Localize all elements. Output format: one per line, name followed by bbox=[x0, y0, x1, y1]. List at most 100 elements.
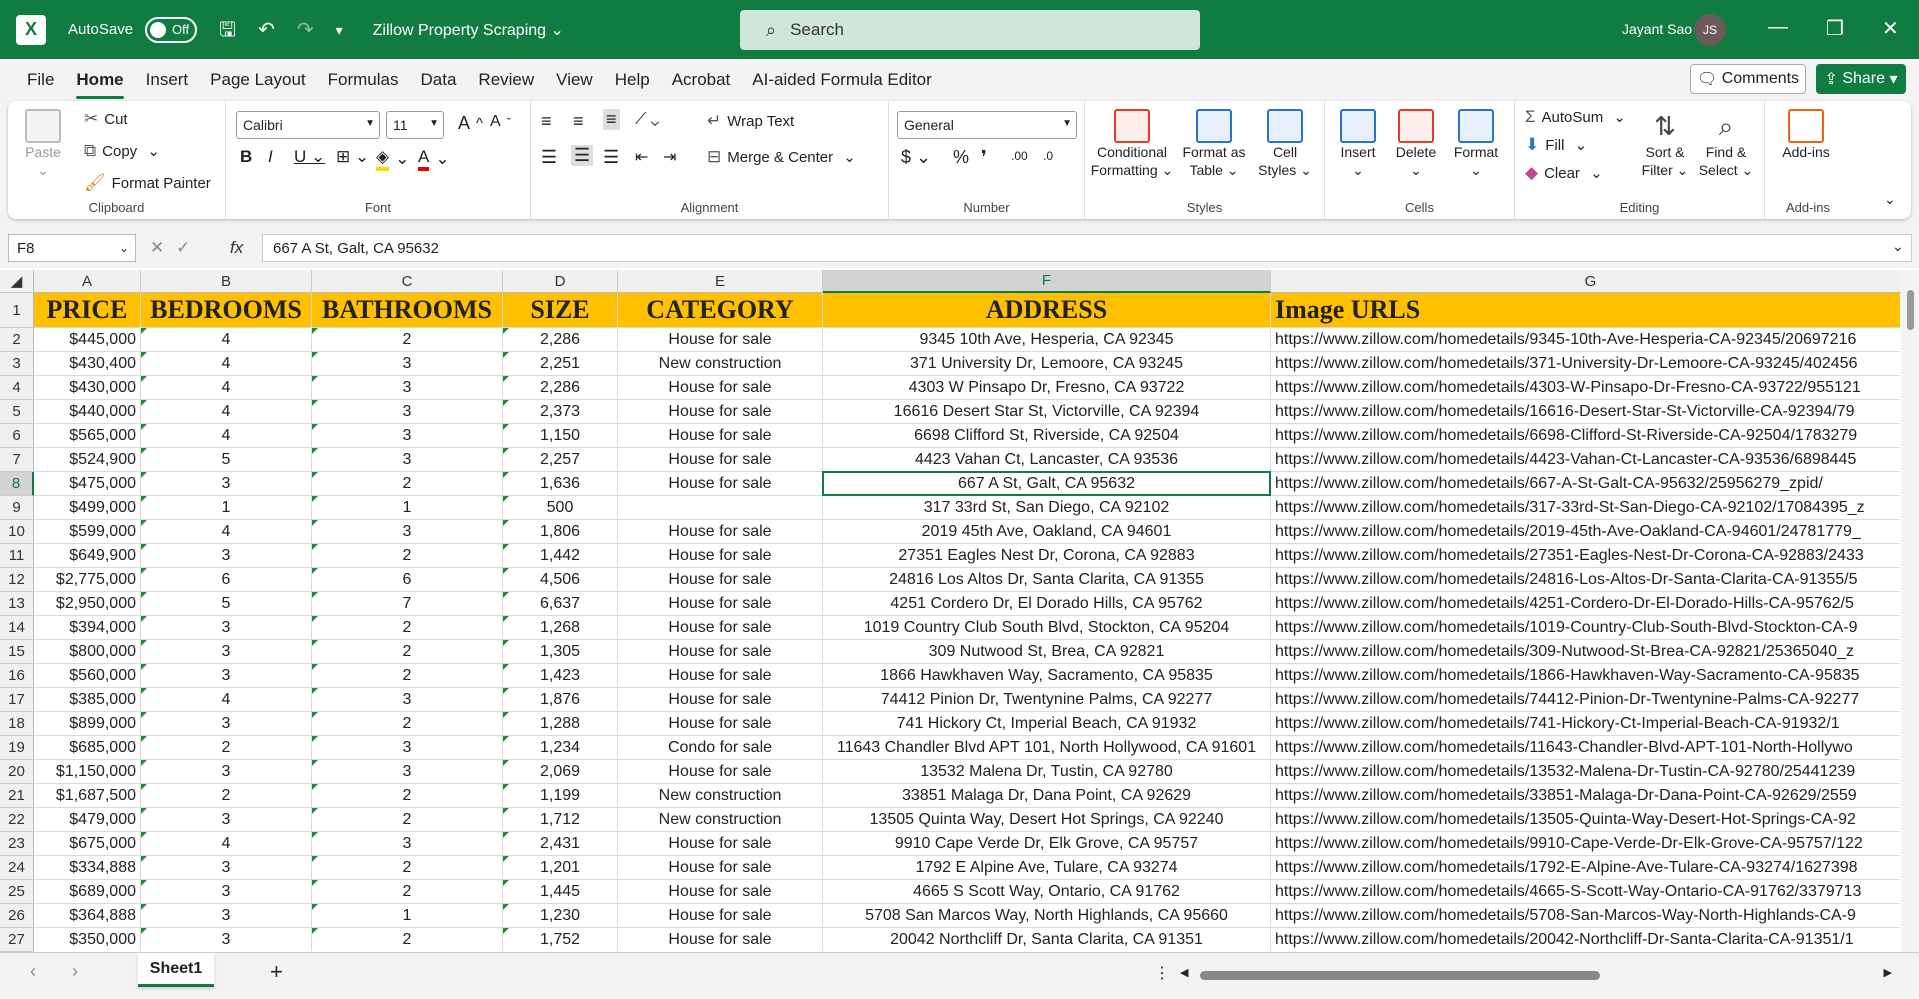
table-cell[interactable]: 3 bbox=[141, 544, 312, 568]
table-cell[interactable]: https://www.zillow.com/homedetails/1019-… bbox=[1271, 616, 1900, 640]
table-cell[interactable]: $899,000 bbox=[34, 712, 141, 736]
table-cell[interactable]: 3 bbox=[312, 760, 503, 784]
table-cell[interactable]: House for sale bbox=[618, 568, 823, 592]
table-cell[interactable]: $479,000 bbox=[34, 808, 141, 832]
table-cell[interactable]: https://www.zillow.com/homedetails/20042… bbox=[1271, 928, 1900, 951]
table-cell[interactable]: 3 bbox=[141, 616, 312, 640]
row-header[interactable]: 26 bbox=[0, 904, 34, 928]
table-cell[interactable]: $524,900 bbox=[34, 448, 141, 472]
table-cell[interactable]: $430,000 bbox=[34, 376, 141, 400]
row-header[interactable]: 25 bbox=[0, 880, 34, 904]
table-cell[interactable]: https://www.zillow.com/homedetails/2019-… bbox=[1271, 520, 1900, 544]
expand-formula-icon[interactable]: ⌄ bbox=[1892, 238, 1904, 255]
table-cell[interactable]: 2,251 bbox=[503, 352, 618, 376]
row-header[interactable]: 17 bbox=[0, 688, 34, 712]
table-cell[interactable]: 2 bbox=[312, 664, 503, 688]
table-cell[interactable]: https://www.zillow.com/homedetails/16616… bbox=[1271, 400, 1900, 424]
table-cell[interactable]: $599,000 bbox=[34, 520, 141, 544]
copy-button[interactable]: ⧉ Copy ⌄ bbox=[84, 141, 160, 161]
table-cell[interactable]: 1,876 bbox=[503, 688, 618, 712]
table-cell[interactable]: 3 bbox=[141, 760, 312, 784]
align-right-icon[interactable]: ☰ bbox=[603, 147, 619, 168]
table-cell[interactable]: 6 bbox=[141, 568, 312, 592]
table-cell[interactable]: 4,506 bbox=[503, 568, 618, 592]
table-cell[interactable]: 3 bbox=[141, 808, 312, 832]
restore-icon[interactable]: ❐ bbox=[1826, 16, 1844, 41]
table-cell[interactable]: https://www.zillow.com/homedetails/317-3… bbox=[1271, 496, 1900, 520]
table-cell[interactable]: 2,373 bbox=[503, 400, 618, 424]
clear-button[interactable]: ◆ Clear ⌄ bbox=[1525, 163, 1603, 183]
undo-icon[interactable]: ↶ bbox=[258, 20, 275, 40]
tab-page-layout[interactable]: Page Layout bbox=[199, 70, 316, 90]
align-top-icon[interactable]: ≡ bbox=[541, 111, 552, 132]
wrap-text-button[interactable]: ↵ Wrap Text bbox=[707, 111, 794, 131]
table-cell[interactable]: 1,199 bbox=[503, 784, 618, 808]
addins-button[interactable]: Add-ins bbox=[1771, 109, 1841, 161]
increase-indent-icon[interactable]: ⇥ bbox=[663, 147, 676, 167]
spreadsheet-grid[interactable]: PRICE BEDROOMS BATHROOMS SIZE CATEGORY ADDRES… bbox=[34, 293, 1900, 951]
table-cell[interactable]: 2 bbox=[312, 640, 503, 664]
user-name[interactable]: Jayant Sao bbox=[1622, 21, 1692, 37]
prev-sheet-icon[interactable]: ‹ bbox=[30, 961, 36, 982]
table-cell[interactable]: 1,442 bbox=[503, 544, 618, 568]
format-painter-button[interactable]: 🖌 Format Painter bbox=[84, 173, 211, 193]
table-cell[interactable]: 2 bbox=[312, 784, 503, 808]
table-cell[interactable]: 1866 Hawkhaven Way, Sacramento, CA 95835 bbox=[823, 664, 1271, 688]
header-cell[interactable]: SIZE bbox=[503, 293, 618, 328]
table-cell[interactable]: 741 Hickory Ct, Imperial Beach, CA 91932 bbox=[823, 712, 1271, 736]
table-cell[interactable]: 2,431 bbox=[503, 832, 618, 856]
table-cell[interactable]: 2 bbox=[312, 544, 503, 568]
row-header[interactable]: 12 bbox=[0, 568, 34, 592]
table-cell[interactable]: 13532 Malena Dr, Tustin, CA 92780 bbox=[823, 760, 1271, 784]
table-cell[interactable]: 4303 W Pinsapo Dr, Fresno, CA 93722 bbox=[823, 376, 1271, 400]
column-header-g[interactable]: G bbox=[1271, 270, 1911, 293]
table-cell[interactable]: 2 bbox=[312, 880, 503, 904]
merge-center-button[interactable]: ⊟ Merge & Center ⌄ bbox=[707, 147, 856, 167]
table-cell[interactable]: 3 bbox=[312, 448, 503, 472]
increase-font-icon[interactable]: A ^ bbox=[458, 113, 483, 134]
table-cell[interactable]: House for sale bbox=[618, 520, 823, 544]
find-select-button[interactable]: ⌕ Find & Select ⌄ bbox=[1697, 109, 1755, 179]
increase-decimal-icon[interactable]: .00 bbox=[1011, 149, 1028, 163]
row-header[interactable]: 9 bbox=[0, 496, 34, 520]
table-cell[interactable]: 1,806 bbox=[503, 520, 618, 544]
table-cell[interactable]: https://www.zillow.com/homedetails/309-N… bbox=[1271, 640, 1900, 664]
row-header[interactable]: 24 bbox=[0, 856, 34, 880]
table-cell[interactable]: 371 University Dr, Lemoore, CA 93245 bbox=[823, 352, 1271, 376]
row-header[interactable]: 18 bbox=[0, 712, 34, 736]
tab-help[interactable]: Help bbox=[604, 70, 661, 90]
redo-icon[interactable]: ↷ bbox=[297, 20, 314, 40]
table-cell[interactable]: https://www.zillow.com/homedetails/1866-… bbox=[1271, 664, 1900, 688]
row-header[interactable]: 15 bbox=[0, 640, 34, 664]
header-cell[interactable]: CATEGORY bbox=[618, 293, 823, 328]
table-cell[interactable]: 1792 E Alpine Ave, Tulare, CA 93274 bbox=[823, 856, 1271, 880]
table-cell[interactable]: https://www.zillow.com/homedetails/371-U… bbox=[1271, 352, 1900, 376]
table-cell[interactable]: 3 bbox=[312, 352, 503, 376]
table-cell[interactable]: House for sale bbox=[618, 928, 823, 951]
table-cell[interactable]: https://www.zillow.com/homedetails/6698-… bbox=[1271, 424, 1900, 448]
row-header[interactable]: 23 bbox=[0, 832, 34, 856]
table-cell[interactable]: 24816 Los Altos Dr, Santa Clarita, CA 91… bbox=[823, 568, 1271, 592]
table-cell[interactable] bbox=[618, 496, 823, 520]
table-cell[interactable]: House for sale bbox=[618, 616, 823, 640]
scroll-thumb[interactable] bbox=[1200, 971, 1600, 980]
table-cell[interactable]: 3 bbox=[312, 424, 503, 448]
table-cell[interactable]: https://www.zillow.com/homedetails/4251-… bbox=[1271, 592, 1900, 616]
table-cell[interactable]: 9345 10th Ave, Hesperia, CA 92345 bbox=[823, 328, 1271, 352]
row-header[interactable]: 4 bbox=[0, 376, 34, 400]
table-cell[interactable]: House for sale bbox=[618, 376, 823, 400]
row-header[interactable]: 27 bbox=[0, 928, 34, 952]
table-cell[interactable]: 1019 Country Club South Blvd, Stockton, … bbox=[823, 616, 1271, 640]
currency-icon[interactable]: $ ⌄ bbox=[901, 147, 931, 168]
cell-styles-button[interactable]: Cell Styles ⌄ bbox=[1255, 109, 1315, 179]
table-cell[interactable]: 6,637 bbox=[503, 592, 618, 616]
decrease-indent-icon[interactable]: ⇤ bbox=[635, 147, 648, 167]
autosum-button[interactable]: Σ AutoSum ⌄ bbox=[1525, 107, 1626, 127]
table-cell[interactable]: New construction bbox=[618, 808, 823, 832]
table-cell[interactable]: https://www.zillow.com/homedetails/5708-… bbox=[1271, 904, 1900, 928]
next-sheet-icon[interactable]: › bbox=[72, 961, 78, 982]
table-cell[interactable]: 1,305 bbox=[503, 640, 618, 664]
conditional-formatting-button[interactable]: Conditional Formatting ⌄ bbox=[1089, 109, 1175, 179]
font-family-select[interactable]: Calibri ▼ bbox=[236, 111, 380, 139]
table-cell[interactable]: $649,900 bbox=[34, 544, 141, 568]
